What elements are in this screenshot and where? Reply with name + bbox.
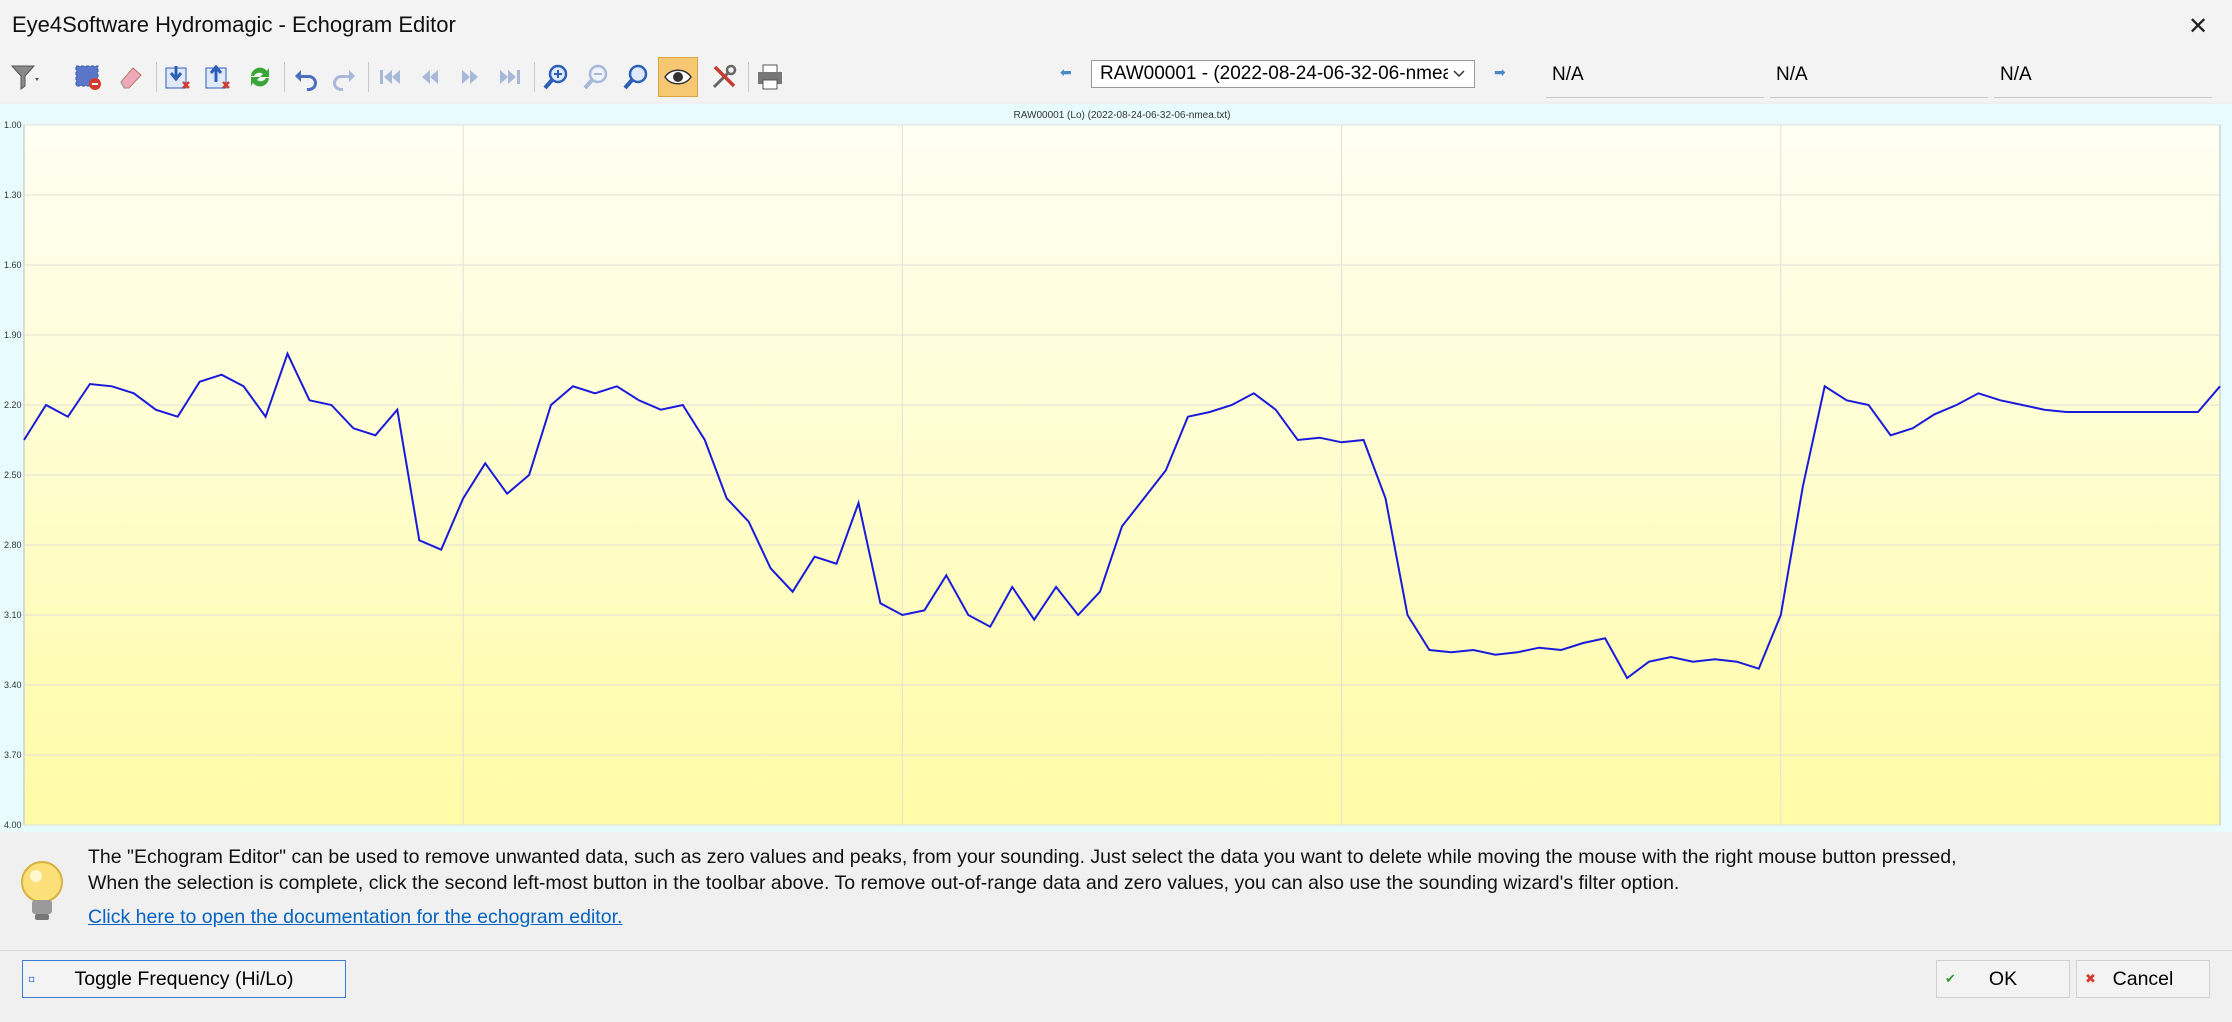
toggle-frequency-label: Toggle Frequency (Hi/Lo): [74, 967, 294, 990]
previous-icon[interactable]: [410, 57, 450, 97]
y-tick-label: 2.50: [4, 470, 22, 480]
y-tick-label: 1.30: [4, 190, 22, 200]
zoom-in-icon[interactable]: [536, 57, 576, 97]
redo-icon[interactable]: [324, 57, 364, 97]
ok-label: OK: [1988, 967, 2018, 990]
chart-title: RAW00001 (Lo) (2022-08-24-06-32-06-nmea.…: [1014, 110, 1231, 121]
na-field-3: N/A: [1994, 58, 2212, 98]
info-text-line-2: When the selection is complete, click th…: [88, 872, 1680, 894]
close-button[interactable]: ✕: [2176, 8, 2220, 44]
title-bar: Eye4Software Hydromagic - Echogram Edito…: [0, 0, 2232, 53]
window-title: Eye4Software Hydromagic - Echogram Edito…: [12, 12, 456, 37]
lightbulb-icon: [21, 861, 63, 920]
checkmark-icon: ✔: [1945, 971, 1956, 986]
y-tick-label: 2.80: [4, 540, 22, 550]
divider: [0, 950, 2232, 951]
tools-icon[interactable]: [704, 57, 744, 97]
chevron-down-icon[interactable]: [1448, 61, 1470, 87]
y-tick-label: 4.00: [4, 820, 22, 830]
toggle-icon: ◘: [29, 974, 35, 984]
print-icon[interactable]: [750, 57, 790, 97]
na-field-2: N/A: [1770, 58, 1988, 98]
y-tick-label: 1.90: [4, 330, 22, 340]
delete-selection-icon[interactable]: [68, 57, 108, 97]
info-text-line-1: The "Echogram Editor" can be used to rem…: [88, 846, 1957, 868]
next-file-icon[interactable]: ➡: [1494, 64, 1506, 81]
y-tick-label: 3.10: [4, 610, 22, 620]
echogram-svg[interactable]: RAW00001 (Lo) (2022-08-24-06-32-06-nmea.…: [0, 104, 2232, 832]
toggle-frequency-button[interactable]: ◘ Toggle Frequency (Hi/Lo): [22, 960, 346, 998]
cancel-label: Cancel: [2112, 967, 2174, 990]
import-icon[interactable]: [158, 57, 198, 97]
refresh-icon[interactable]: [240, 57, 280, 97]
cancel-button[interactable]: ✖ Cancel: [2076, 960, 2210, 998]
eraser-icon[interactable]: [110, 57, 150, 97]
export-icon[interactable]: [198, 57, 238, 97]
file-select[interactable]: RAW00001 - (2022-08-24-06-32-06-nmea: [1091, 60, 1475, 88]
documentation-link[interactable]: Click here to open the documentation for…: [88, 906, 622, 929]
y-tick-label: 3.40: [4, 680, 22, 690]
y-tick-label: 2.20: [4, 400, 22, 410]
first-icon[interactable]: [370, 57, 410, 97]
undo-icon[interactable]: [286, 57, 326, 97]
zoom-fit-icon[interactable]: [616, 57, 656, 97]
na-field-1: N/A: [1546, 58, 1764, 98]
x-icon: ✖: [2085, 971, 2096, 986]
next-icon[interactable]: [450, 57, 490, 97]
info-panel: The "Echogram Editor" can be used to rem…: [0, 840, 2232, 950]
eye-icon[interactable]: [658, 57, 698, 97]
file-select-value: RAW00001 - (2022-08-24-06-32-06-nmea: [1100, 63, 1454, 84]
filter-icon[interactable]: [4, 57, 44, 97]
zoom-out-icon[interactable]: [576, 57, 616, 97]
previous-file-icon[interactable]: ⬅: [1060, 64, 1072, 81]
echogram-chart[interactable]: RAW00001 (Lo) (2022-08-24-06-32-06-nmea.…: [0, 104, 2232, 832]
y-tick-label: 1.00: [4, 120, 22, 130]
ok-button[interactable]: ✔ OK: [1936, 960, 2070, 998]
last-icon[interactable]: [490, 57, 530, 97]
y-tick-label: 1.60: [4, 260, 22, 270]
y-tick-label: 3.70: [4, 750, 22, 760]
